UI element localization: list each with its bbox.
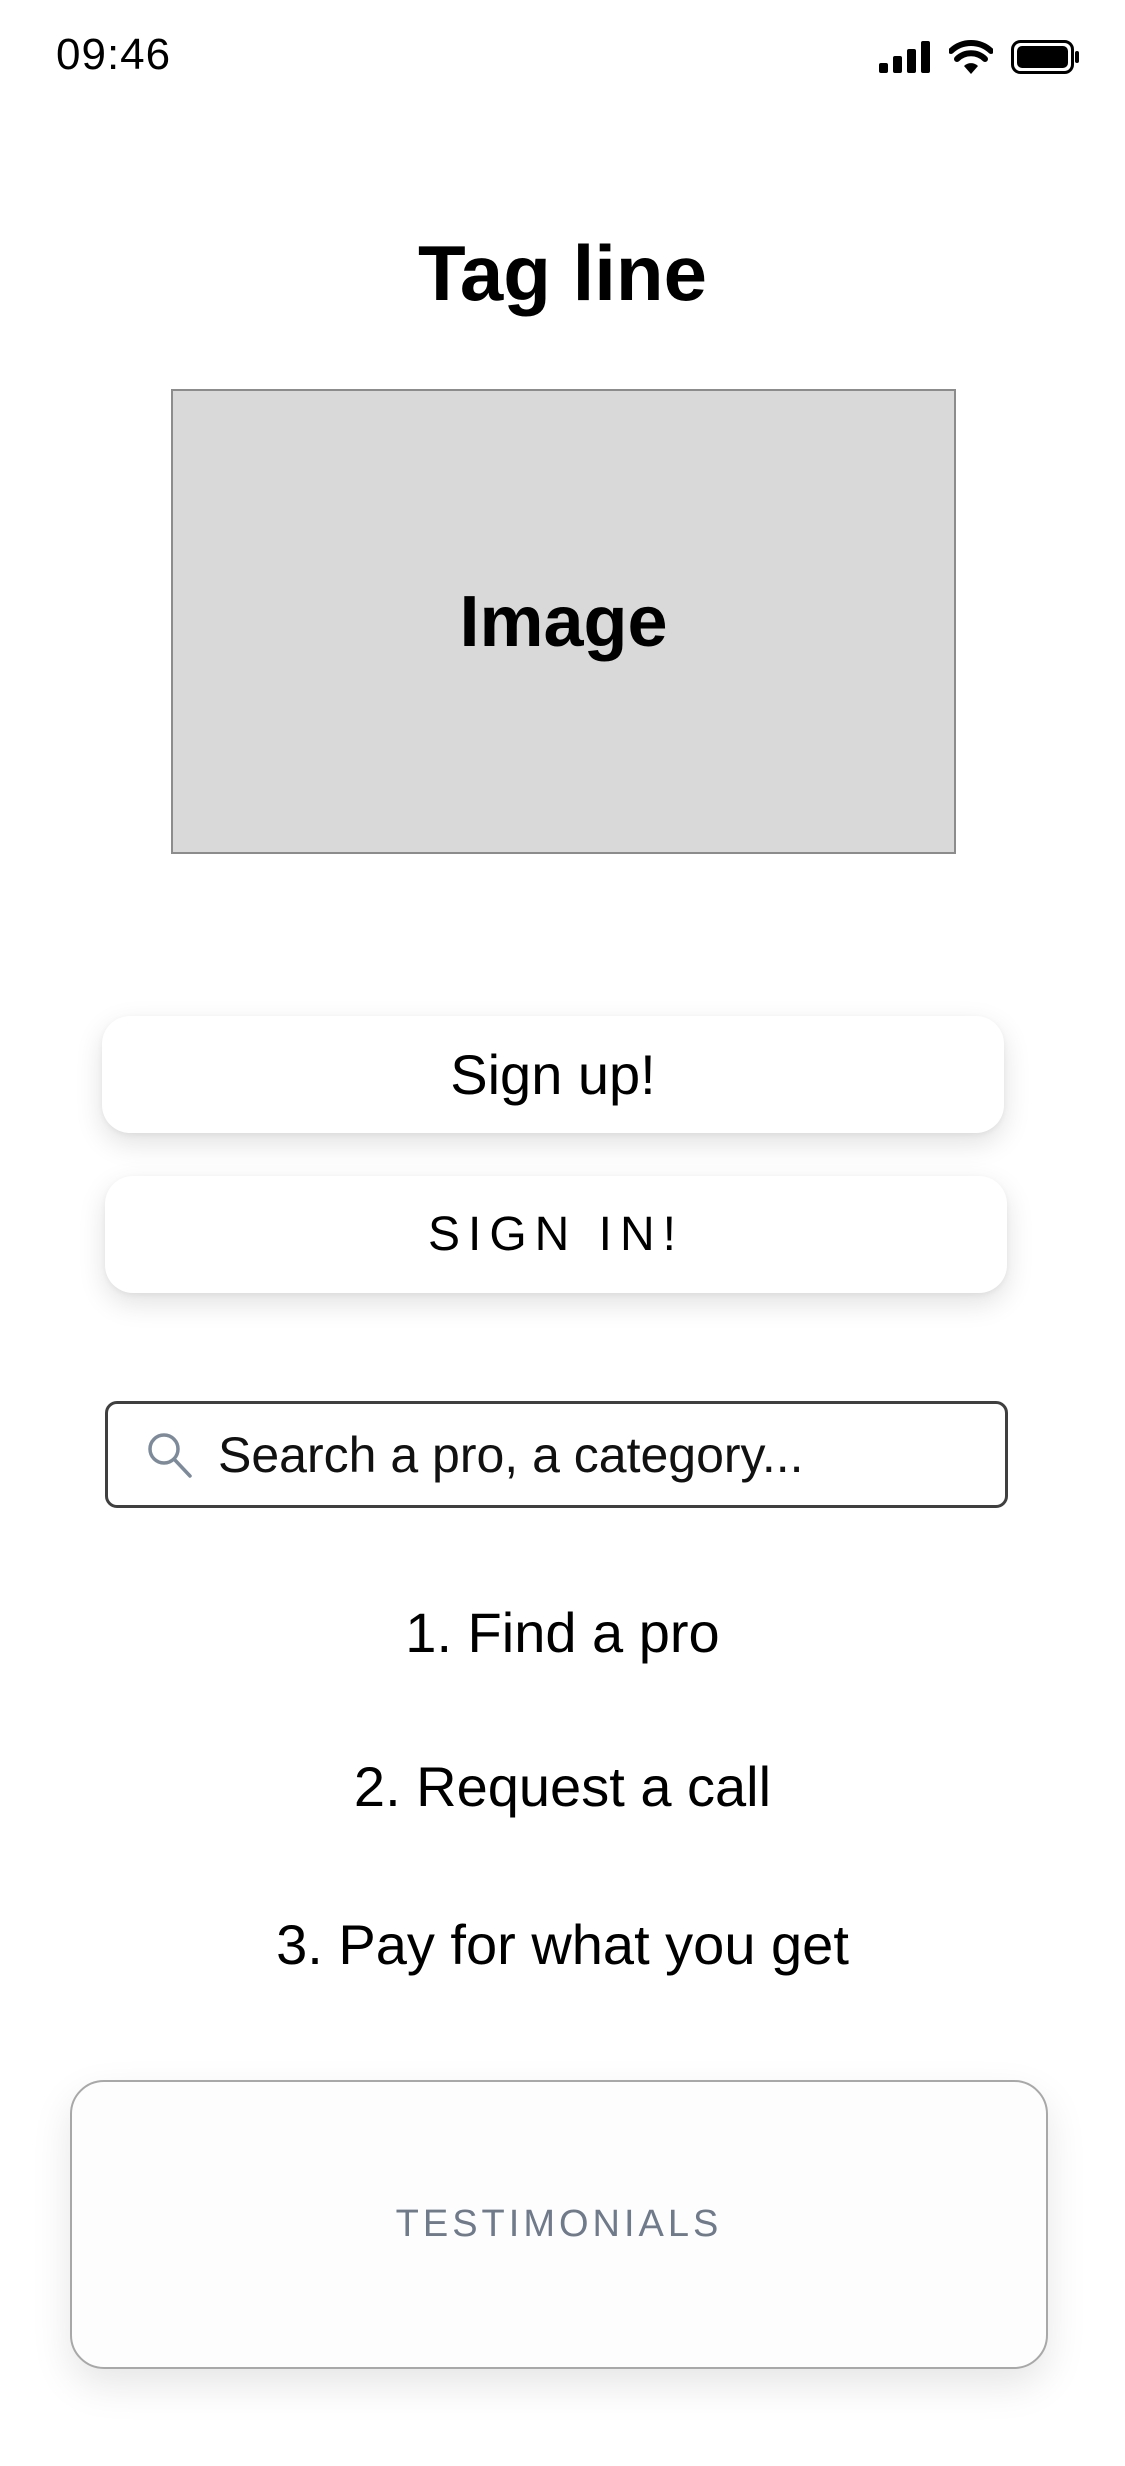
- cellular-signal-icon: [879, 41, 931, 78]
- sign-in-button[interactable]: SIGN IN!: [105, 1176, 1007, 1293]
- search-icon: [144, 1429, 196, 1481]
- step-pay: 3. Pay for what you get: [276, 1913, 849, 1976]
- sign-up-label: Sign up!: [450, 1043, 656, 1106]
- search-input[interactable]: Search a pro, a category...: [105, 1401, 1008, 1508]
- status-bar: 09:46: [0, 0, 1125, 120]
- sign-up-button[interactable]: Sign up!: [102, 1016, 1004, 1133]
- tagline-heading: Tag line: [418, 229, 707, 317]
- hero-image-placeholder: Image: [171, 389, 956, 854]
- step-request-call: 2. Request a call: [353, 1755, 772, 1818]
- status-time: 09:46: [56, 30, 172, 79]
- battery-icon: [1011, 40, 1081, 79]
- testimonials-label: TESTIMONIALS: [395, 2203, 723, 2245]
- status-icons: [879, 40, 1081, 79]
- wifi-icon: [948, 40, 994, 79]
- image-placeholder-label: Image: [459, 581, 668, 662]
- sign-in-label: SIGN IN!: [427, 1208, 685, 1261]
- search-placeholder: Search a pro, a category...: [218, 1426, 804, 1483]
- step-find-pro: 1. Find a pro: [405, 1601, 720, 1664]
- testimonials-card[interactable]: TESTIMONIALS: [70, 2080, 1048, 2369]
